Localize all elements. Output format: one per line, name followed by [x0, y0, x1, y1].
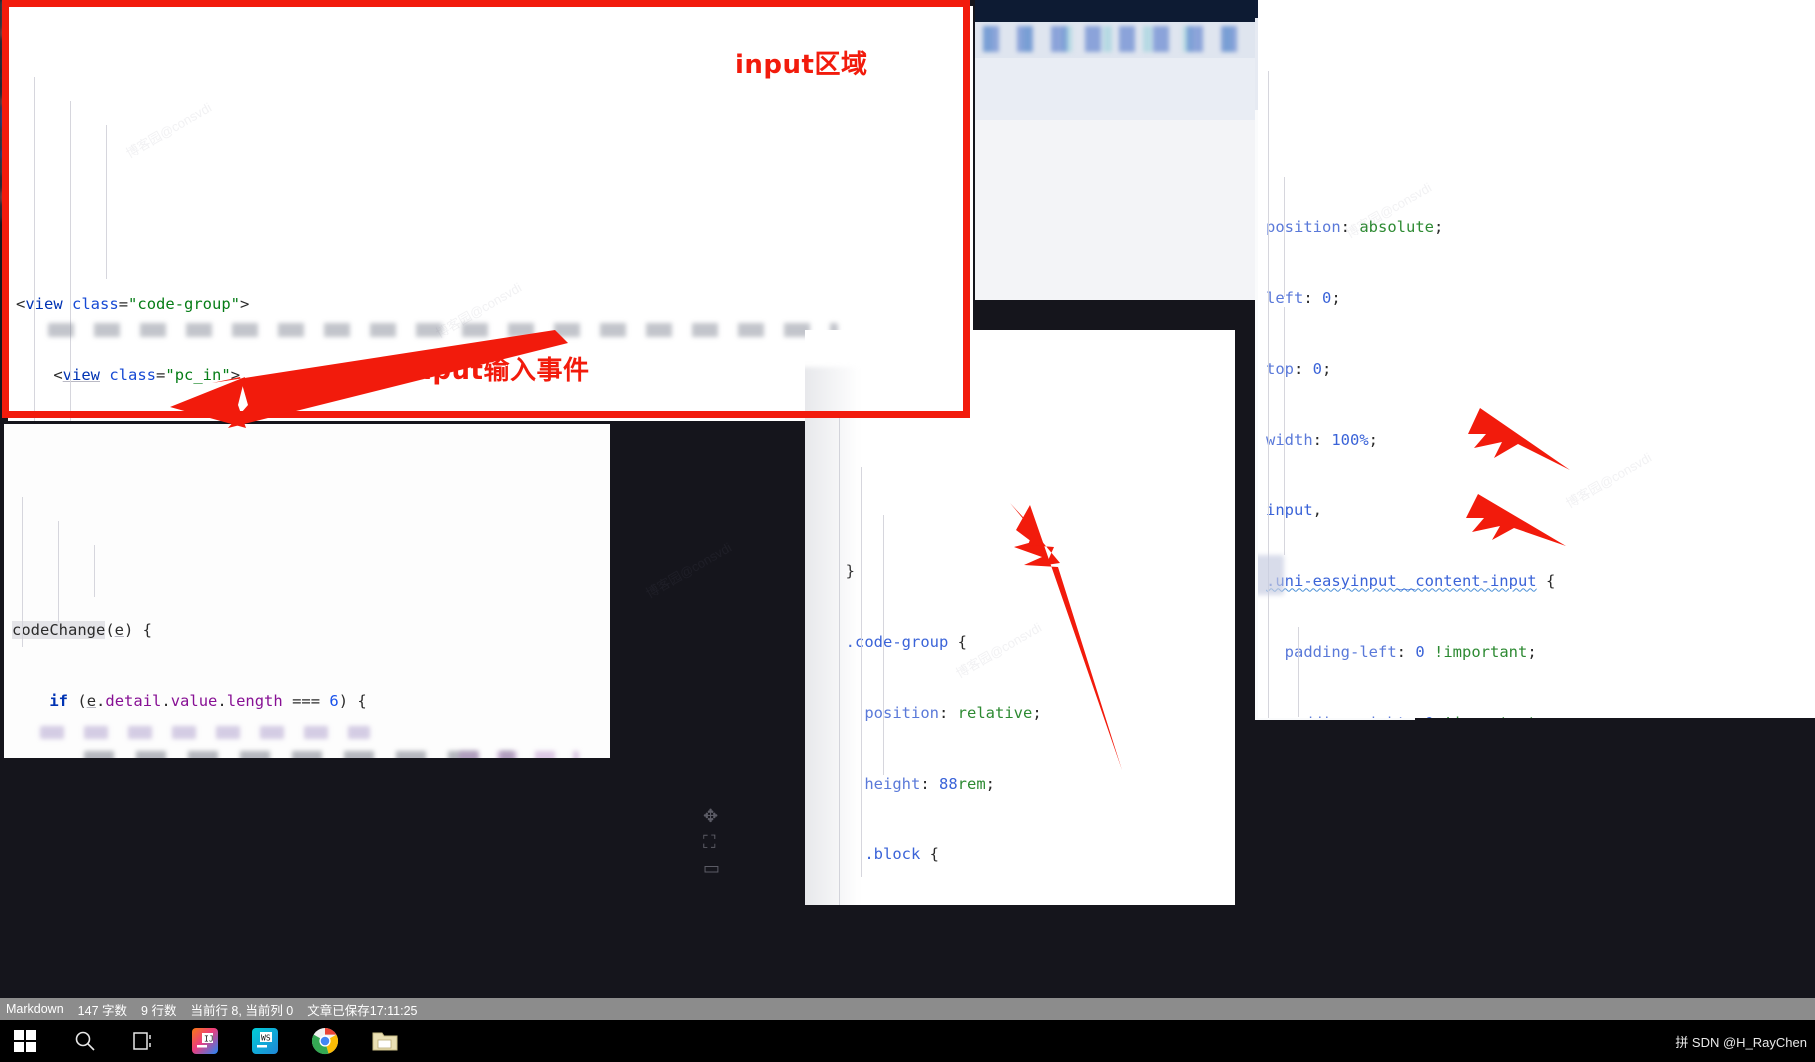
- windows-taskbar[interactable]: IJ WS 拼 SDN @H_RayChen: [0, 1020, 1815, 1062]
- annotation-label-input-area: input区域: [735, 50, 868, 80]
- code-line: codeChange(e) {: [12, 620, 153, 639]
- code-line: }: [827, 560, 1235, 584]
- move-tool-icon[interactable]: ✥: [703, 806, 718, 827]
- status-saved-time: 文章已保存17:11:25: [307, 1003, 418, 1018]
- code-line: top: 0;: [1266, 359, 1332, 378]
- blur-smudge: [0, 148, 8, 160]
- search-icon[interactable]: [70, 1026, 100, 1056]
- code-line: padding-left: 0 !important;: [1284, 643, 1537, 662]
- code-line: height: 88rem;: [864, 774, 996, 793]
- code-line: if (e.detail.value.length === 6) {: [49, 691, 367, 710]
- screen-root: <view class="code-group"> <view class="p…: [0, 0, 1815, 1062]
- editor-status-bar: Markdown 147 字数 9 行数 当前行 8, 当前列 0 文章已保存1…: [0, 998, 1815, 1020]
- code-line: <view class="code-group">: [16, 295, 250, 314]
- start-button[interactable]: [10, 1026, 40, 1056]
- status-line-count: 9 行数: [141, 1003, 177, 1018]
- file-explorer-icon[interactable]: [370, 1026, 400, 1056]
- tray-label: 拼 SDN @H_RayChen: [1675, 1034, 1807, 1050]
- task-view-icon[interactable]: [130, 1026, 160, 1056]
- svg-text:IJ: IJ: [204, 1035, 214, 1044]
- script-code-panel[interactable]: codeChange(e) { if (e.detail.value.lengt…: [4, 424, 610, 758]
- intellij-idea-icon[interactable]: IJ: [190, 1026, 220, 1056]
- code-line: position: absolute;: [1266, 218, 1444, 237]
- code-line: .code-group {: [845, 633, 968, 652]
- code-line: .block {: [864, 845, 940, 864]
- background-window-top-middle: [975, 0, 1265, 300]
- windows-logo-icon: [14, 1030, 36, 1052]
- status-cursor-position: 当前行 8, 当前列 0: [190, 1003, 294, 1018]
- annotation-label-input-event: input输入事件: [404, 356, 590, 386]
- code-line: position: relative;: [864, 703, 1042, 722]
- status-language: Markdown: [6, 1002, 64, 1016]
- code-line: left: 0;: [1266, 289, 1341, 308]
- style-code-panel-right[interactable]: position: absolute; left: 0; top: 0; wid…: [1258, 0, 1815, 718]
- code-line: .uni-easyinput__content-input {: [1266, 572, 1556, 591]
- display-icon[interactable]: ▭: [703, 858, 720, 879]
- code-line: input,: [1266, 501, 1323, 520]
- svg-text:WS: WS: [261, 1034, 271, 1043]
- chrome-icon[interactable]: [310, 1026, 340, 1056]
- webstorm-icon[interactable]: WS: [250, 1026, 280, 1056]
- system-tray[interactable]: 拼 SDN @H_RayChen: [1675, 1020, 1807, 1062]
- fit-screen-icon[interactable]: ⛶: [703, 832, 716, 853]
- code-line: width: 100%;: [1266, 430, 1379, 449]
- code-line: padding-right: 0 !important;: [1266, 712, 1815, 718]
- style-code-panel-middle[interactable]: } .code-group { position: relative; heig…: [805, 330, 1235, 905]
- status-word-count: 147 字数: [77, 1003, 128, 1018]
